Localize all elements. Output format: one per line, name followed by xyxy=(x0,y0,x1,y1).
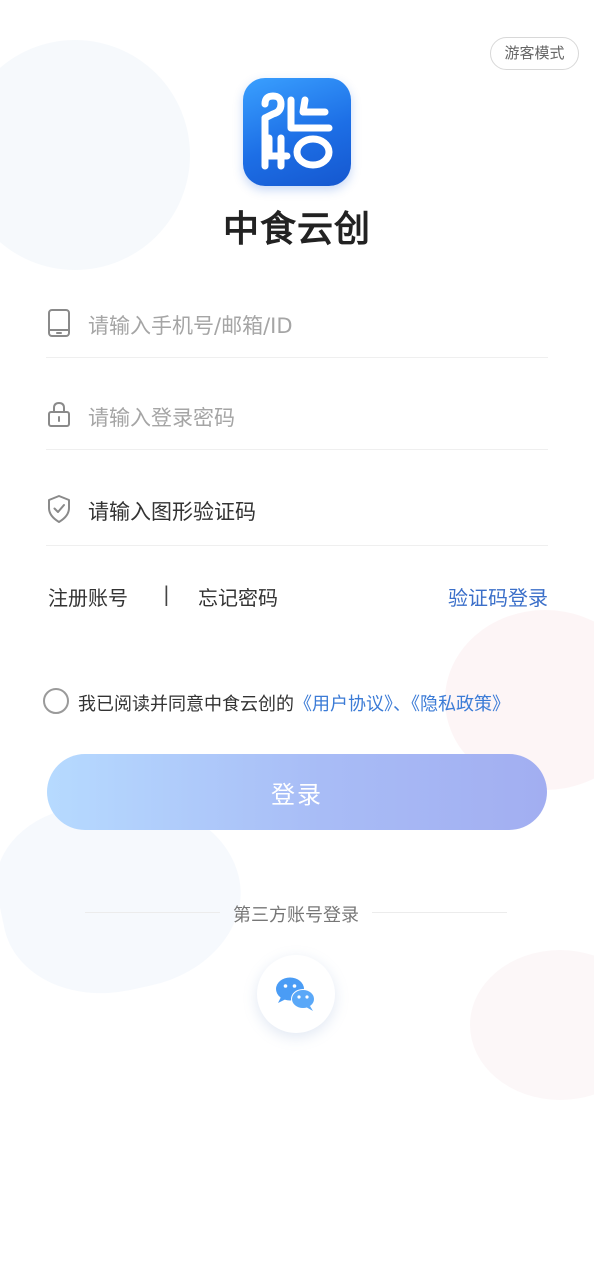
guest-mode-button[interactable]: 游客模式 xyxy=(490,37,579,70)
agreement-prefix: 我已阅读并同意中食云创的 xyxy=(78,694,294,715)
register-link[interactable]: 注册账号 xyxy=(48,582,128,611)
forgot-password-link[interactable]: 忘记密码 xyxy=(198,582,278,611)
app-logo-icon xyxy=(261,92,333,170)
phone-icon xyxy=(48,309,70,337)
app-logo xyxy=(243,78,351,186)
agreement-checkbox[interactable] xyxy=(43,688,69,714)
code-login-link[interactable]: 验证码登录 xyxy=(448,582,548,611)
account-input[interactable] xyxy=(88,294,528,357)
background-decoration xyxy=(470,950,594,1100)
agreement-separator: 、 xyxy=(393,694,411,715)
third-party-divider: 第三方账号登录 xyxy=(85,900,507,926)
third-party-label: 第三方账号登录 xyxy=(233,905,359,926)
auth-links: 注册账号 | 忘记密码 验证码登录 xyxy=(46,578,548,614)
wechat-login-button[interactable] xyxy=(257,955,335,1033)
wechat-icon xyxy=(276,977,315,1011)
divider-line xyxy=(372,912,507,913)
account-field xyxy=(46,294,548,358)
login-button[interactable]: 登录 xyxy=(47,754,547,830)
agreement-text: 我已阅读并同意中食云创的《用户协议》、《隐私政策》 xyxy=(78,690,510,716)
password-input[interactable] xyxy=(88,386,528,449)
lock-icon xyxy=(48,401,70,427)
link-separator: | xyxy=(163,582,170,606)
shield-icon xyxy=(48,495,70,523)
agreement-row: 我已阅读并同意中食云创的《用户协议》、《隐私政策》 xyxy=(43,688,563,716)
user-agreement-link[interactable]: 《用户协议》 xyxy=(294,694,393,715)
password-field xyxy=(46,386,548,450)
login-screen: 游客模式 中食云创 请输入手机号/邮箱/ID 请输入图形验证码 注册账号 | 忘… xyxy=(0,0,594,1280)
captcha-input[interactable] xyxy=(88,478,528,545)
privacy-policy-link[interactable]: 《隐私政策》 xyxy=(411,694,510,715)
captcha-field xyxy=(46,478,548,546)
app-name: 中食云创 xyxy=(222,209,371,250)
